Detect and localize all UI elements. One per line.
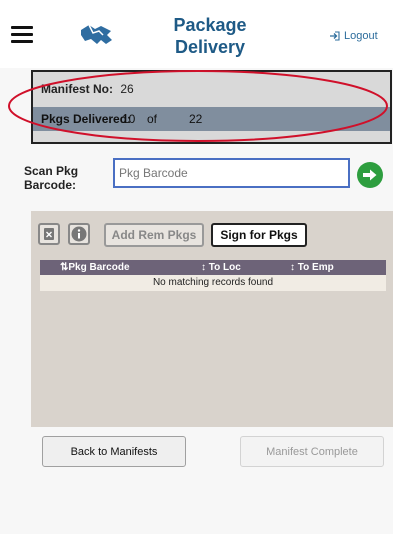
delivered-label: Pkgs Delivered: bbox=[41, 112, 132, 126]
back-to-manifests-button[interactable]: Back to Manifests bbox=[42, 436, 186, 467]
manifest-number-row: Manifest No: 26 bbox=[41, 82, 134, 96]
sort-icon: ↕ bbox=[290, 262, 298, 273]
header: Package Delivery Logout bbox=[0, 0, 393, 68]
page-title: Package Delivery bbox=[150, 14, 270, 58]
title-line-1: Package bbox=[173, 15, 247, 35]
logout-icon bbox=[330, 31, 340, 41]
sign-for-pkgs-button[interactable]: Sign for Pkgs bbox=[211, 223, 307, 247]
manifest-info-panel: Manifest No: 26 Pkgs Delivered: 10 of 22 bbox=[31, 70, 392, 144]
arrow-right-icon bbox=[363, 169, 377, 181]
sort-icon: ↕ bbox=[201, 262, 209, 273]
manifest-number: 26 bbox=[120, 82, 134, 96]
info-icon bbox=[71, 226, 87, 242]
scan-label: Scan Pkg Barcode: bbox=[24, 164, 94, 192]
delivered-count: 10 bbox=[122, 112, 136, 126]
title-line-2: Delivery bbox=[174, 37, 246, 57]
table-header: ⇅Pkg Barcode ↕ To Loc ↕ To Emp bbox=[40, 260, 386, 275]
of-label: of bbox=[147, 112, 158, 126]
manifest-label: Manifest No: bbox=[41, 82, 113, 96]
info-button[interactable] bbox=[68, 223, 90, 245]
barcode-input[interactable] bbox=[113, 158, 350, 188]
go-button[interactable] bbox=[357, 162, 383, 188]
logout-label: Logout bbox=[344, 30, 378, 42]
add-rem-pkgs-button[interactable]: Add Rem Pkgs bbox=[104, 223, 204, 247]
package-work-area: Add Rem Pkgs Sign for Pkgs ⇅Pkg Barcode … bbox=[31, 211, 393, 427]
total-count: 22 bbox=[189, 112, 203, 126]
empty-table-message: No matching records found bbox=[40, 275, 386, 291]
packages-table: ⇅Pkg Barcode ↕ To Loc ↕ To Emp No matchi… bbox=[40, 260, 386, 291]
scan-label-line-2: Barcode: bbox=[24, 178, 77, 192]
column-to-loc[interactable]: ↕ To Loc bbox=[201, 262, 241, 273]
clear-icon bbox=[44, 228, 54, 240]
manifest-complete-button: Manifest Complete bbox=[240, 436, 384, 467]
handshake-icon bbox=[81, 24, 112, 44]
menu-icon[interactable] bbox=[11, 26, 33, 43]
scan-label-line-1: Scan Pkg bbox=[24, 164, 79, 178]
column-pkg-barcode[interactable]: ⇅Pkg Barcode bbox=[60, 262, 130, 273]
column-to-emp[interactable]: ↕ To Emp bbox=[290, 262, 334, 273]
delivered-row: Pkgs Delivered: 10 of 22 bbox=[33, 107, 390, 131]
clear-button[interactable] bbox=[38, 223, 60, 245]
logout-button[interactable]: Logout bbox=[329, 30, 378, 42]
